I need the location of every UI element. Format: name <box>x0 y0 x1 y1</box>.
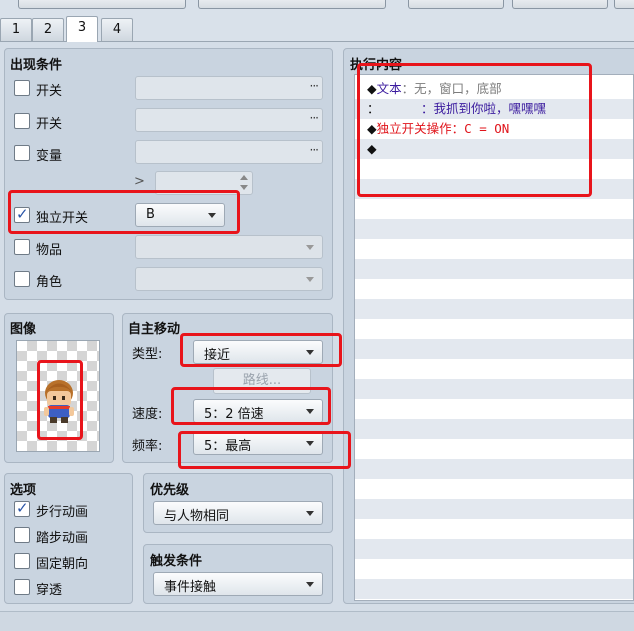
switch1-browse-icon[interactable]: ··· <box>310 79 320 93</box>
walking-anim-checkbox[interactable] <box>14 499 30 517</box>
trigger-title: 触发条件 <box>150 554 203 569</box>
options-title: 选项 <box>10 483 37 498</box>
variable-browse-icon[interactable]: ··· <box>310 143 320 157</box>
priority-value: 与人物相同 <box>164 509 230 524</box>
empty-row[interactable] <box>355 399 633 419</box>
empty-row[interactable] <box>355 239 633 259</box>
empty-row[interactable] <box>355 279 633 299</box>
empty-row[interactable] <box>355 319 633 339</box>
variable-field[interactable]: ··· <box>135 140 323 164</box>
bottom-bar <box>0 611 634 631</box>
empty-row[interactable] <box>355 499 633 519</box>
chevron-down-icon <box>306 582 314 587</box>
trigger-select[interactable]: 事件接触 <box>153 572 323 596</box>
switch1-checkbox[interactable] <box>14 80 30 96</box>
empty-row[interactable] <box>355 519 633 539</box>
annotation-box-move-type <box>180 333 342 367</box>
annotation-box-contents <box>357 63 592 197</box>
empty-row[interactable] <box>355 579 633 599</box>
annotation-box-sprite <box>37 360 83 440</box>
direction-fix-label: 固定朝向 <box>36 557 89 572</box>
actor-select[interactable] <box>135 267 323 291</box>
empty-row[interactable] <box>355 219 633 239</box>
empty-row[interactable] <box>355 259 633 279</box>
image-title: 图像 <box>10 322 37 337</box>
direction-fix-checkbox[interactable] <box>14 553 30 569</box>
move-speed-label: 速度: <box>132 407 163 422</box>
empty-row[interactable] <box>355 359 633 379</box>
stepping-anim-checkbox[interactable] <box>14 527 30 543</box>
autonomous-move-title: 自主移动 <box>128 322 181 337</box>
chevron-down-icon <box>306 245 314 250</box>
switch1-field[interactable]: ··· <box>135 76 323 100</box>
spin-down-icon[interactable] <box>240 185 248 190</box>
switch1-label: 开关 <box>36 84 63 99</box>
variable-compare-sign: > <box>134 174 145 189</box>
tab-4[interactable]: 4 <box>101 18 133 41</box>
variable-checkbox[interactable] <box>14 145 30 161</box>
tab-3[interactable]: 3 <box>66 16 98 42</box>
empty-row[interactable] <box>355 199 633 219</box>
through-label: 穿透 <box>36 583 63 598</box>
variable-label: 变量 <box>36 149 63 164</box>
spin-up-icon[interactable] <box>240 175 248 180</box>
tab-1[interactable]: 1 <box>0 18 32 41</box>
empty-row[interactable] <box>355 299 633 319</box>
chevron-down-icon <box>306 277 314 282</box>
top-button-2[interactable] <box>512 0 608 9</box>
item-checkbox[interactable] <box>14 239 30 255</box>
appear-conditions-title: 出现条件 <box>10 58 63 73</box>
empty-row[interactable] <box>355 559 633 579</box>
empty-row[interactable] <box>355 479 633 499</box>
item-select[interactable] <box>135 235 323 259</box>
annotation-box-move-speed <box>171 387 331 425</box>
trigger-value: 事件接触 <box>164 580 217 595</box>
walking-anim-label: 步行动画 <box>36 505 89 520</box>
through-checkbox[interactable] <box>14 579 30 595</box>
top-field-mid[interactable] <box>198 0 386 9</box>
empty-row[interactable] <box>355 459 633 479</box>
empty-row[interactable] <box>355 439 633 459</box>
empty-row[interactable] <box>355 539 633 559</box>
switch2-label: 开关 <box>36 117 63 132</box>
priority-select[interactable]: 与人物相同 <box>153 501 323 525</box>
move-frequency-label: 频率: <box>132 439 163 454</box>
top-button-1[interactable] <box>408 0 504 9</box>
annotation-box-self-switch <box>8 190 240 234</box>
move-type-label: 类型: <box>132 347 163 362</box>
item-label: 物品 <box>36 243 63 258</box>
priority-title: 优先级 <box>150 483 190 498</box>
actor-label: 角色 <box>36 275 63 290</box>
actor-checkbox[interactable] <box>14 271 30 287</box>
empty-row[interactable] <box>355 419 633 439</box>
stepping-anim-label: 踏步动画 <box>36 531 89 546</box>
empty-row[interactable] <box>355 339 633 359</box>
switch2-field[interactable]: ··· <box>135 108 323 132</box>
switch2-checkbox[interactable] <box>14 113 30 129</box>
chevron-down-icon <box>306 511 314 516</box>
empty-row[interactable] <box>355 379 633 399</box>
annotation-box-move-frequency <box>178 431 351 469</box>
switch2-browse-icon[interactable]: ··· <box>310 111 320 125</box>
tab-2[interactable]: 2 <box>32 18 64 41</box>
top-field-left[interactable] <box>18 0 186 9</box>
top-button-3[interactable] <box>614 0 634 9</box>
